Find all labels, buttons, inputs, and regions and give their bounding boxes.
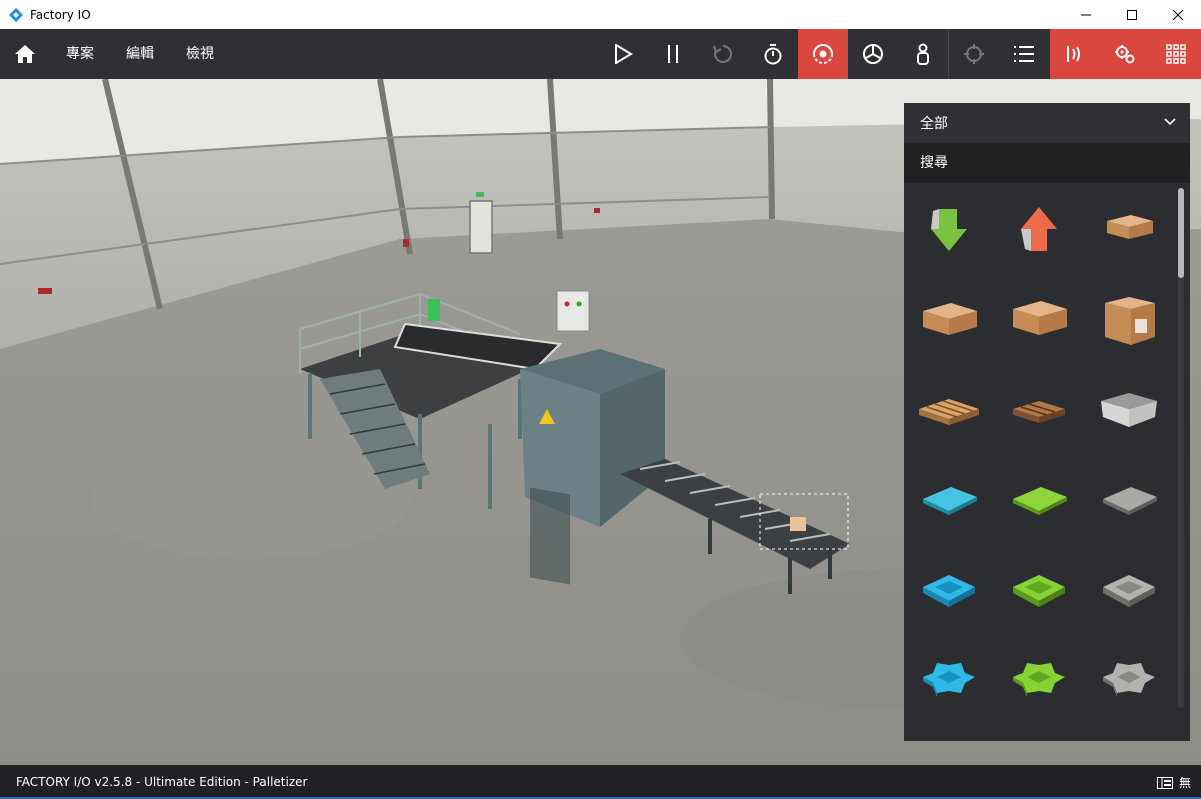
part-metal-lid[interactable]: [1084, 544, 1174, 634]
category-dropdown[interactable]: 全部: [904, 103, 1190, 143]
part-blue-base[interactable]: [904, 634, 994, 724]
search-field[interactable]: [904, 143, 1190, 183]
pause-icon: [668, 45, 678, 63]
green-base-icon: [1013, 663, 1065, 697]
green-raw-material-icon: [1013, 487, 1067, 515]
close-icon: [1173, 9, 1183, 20]
palette-button[interactable]: [1150, 29, 1201, 79]
chevron-down-icon: [1164, 118, 1176, 126]
large-box-icon: [1105, 297, 1155, 345]
part-metal-base[interactable]: [1084, 634, 1174, 724]
part-medium-box[interactable]: [904, 274, 994, 364]
part-emitter[interactable]: [994, 184, 1084, 274]
part-medium-box-2[interactable]: [994, 274, 1084, 364]
home-button[interactable]: [0, 29, 50, 79]
orbit-camera-button[interactable]: [798, 29, 848, 79]
medium-box-icon: [923, 303, 977, 335]
maximize-button[interactable]: [1109, 0, 1155, 29]
menu-view[interactable]: 檢視: [186, 29, 214, 79]
metal-lid-icon: [1103, 575, 1155, 607]
search-input[interactable]: [920, 155, 1120, 171]
gears-icon: [1115, 45, 1135, 64]
first-person-icon: [917, 43, 929, 65]
green-lid-icon: [1013, 575, 1065, 607]
palette-scrollbar[interactable]: [1178, 188, 1184, 708]
stackable-box-icon: [1101, 393, 1157, 427]
part-small-box[interactable]: [1084, 184, 1174, 274]
part-remover[interactable]: [904, 184, 994, 274]
part-green-raw-material[interactable]: [994, 454, 1084, 544]
pause-button[interactable]: [648, 29, 698, 79]
status-text: FACTORY I/O v2.5.8 - Ultimate Edition - …: [16, 775, 308, 789]
list-button[interactable]: [999, 29, 1049, 79]
blue-raw-material-icon: [923, 487, 977, 515]
play-button[interactable]: [598, 29, 648, 79]
menu-edit[interactable]: 編輯: [126, 29, 154, 79]
sensor-icon: [1067, 46, 1080, 62]
sensors-button[interactable]: [1050, 29, 1100, 79]
fly-camera-button[interactable]: [848, 29, 898, 79]
fly-camera-icon: [863, 44, 883, 64]
driver-status-label: 無: [1178, 776, 1191, 790]
crosshair-icon: [964, 44, 984, 64]
stopwatch-icon: [764, 44, 782, 65]
metal-raw-material-icon: [1103, 487, 1157, 515]
part-large-box[interactable]: [1084, 274, 1174, 364]
main-toolbar: 專案 編輯 檢視: [0, 29, 1201, 79]
io-panel-icon[interactable]: [1156, 776, 1173, 789]
first-person-button[interactable]: [898, 29, 948, 79]
part-blue-lid[interactable]: [904, 544, 994, 634]
part-pallet-light[interactable]: [904, 364, 994, 454]
pallet-dark-icon: [1013, 401, 1065, 423]
medium-box-2-icon: [1013, 301, 1067, 335]
emitter-arrow-up-icon: [1021, 207, 1057, 251]
minimize-button[interactable]: [1063, 0, 1109, 29]
status-bar: FACTORY I/O v2.5.8 - Ultimate Edition - …: [0, 765, 1201, 799]
factory-io-logo-icon: [8, 7, 24, 22]
close-button[interactable]: [1155, 0, 1201, 29]
drivers-button[interactable]: [1100, 29, 1150, 79]
reset-icon: [713, 45, 732, 63]
timer-button[interactable]: [748, 29, 798, 79]
metal-base-icon: [1103, 663, 1155, 697]
small-box-icon: [1107, 215, 1153, 239]
parts-grid: [904, 184, 1174, 741]
part-blue-raw-material[interactable]: [904, 454, 994, 544]
target-button[interactable]: [949, 29, 999, 79]
maximize-icon: [1127, 9, 1137, 20]
palette-scrollbar-thumb[interactable]: [1178, 188, 1184, 278]
reset-button[interactable]: [698, 29, 748, 79]
orbit-camera-icon: [813, 44, 833, 64]
grid-icon: [1165, 44, 1186, 64]
pallet-light-icon: [919, 399, 979, 425]
menu-project[interactable]: 專案: [66, 29, 94, 79]
factory-io-window: Factory IO 專案 編輯 檢視 全部 搜尋 FACTORY I/O v2…: [0, 0, 1201, 799]
list-icon: [1014, 46, 1034, 62]
title-bar: Factory IO: [0, 0, 1201, 29]
remover-arrow-down-icon: [931, 209, 967, 251]
window-title: Factory IO: [30, 7, 91, 22]
parts-palette: 全部: [904, 103, 1190, 741]
part-green-base[interactable]: [994, 634, 1084, 724]
home-icon: [15, 45, 35, 63]
part-metal-raw-material[interactable]: [1084, 454, 1174, 544]
category-label: 全部: [920, 116, 948, 132]
part-green-lid[interactable]: [994, 544, 1084, 634]
blue-lid-icon: [923, 575, 975, 607]
blue-base-icon: [923, 663, 975, 697]
minimize-icon: [1081, 14, 1091, 15]
part-stackable-box[interactable]: [1084, 364, 1174, 454]
part-pallet-dark[interactable]: [994, 364, 1084, 454]
play-icon: [615, 44, 633, 64]
